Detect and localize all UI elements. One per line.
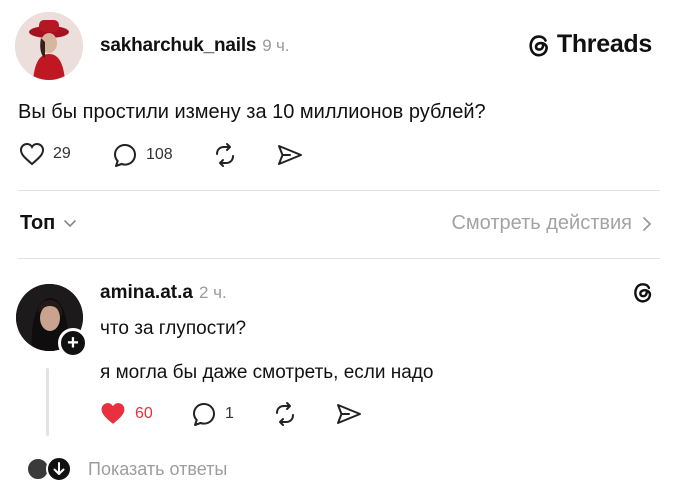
divider <box>18 190 660 191</box>
send-icon <box>278 145 302 165</box>
repost-icon <box>216 143 234 167</box>
post-text: Вы бы простили измену за 10 миллионов ру… <box>18 101 486 123</box>
post-repost-button[interactable] <box>212 142 238 168</box>
avatar <box>46 456 72 482</box>
threads-brand: Threads <box>527 30 652 59</box>
send-icon <box>337 404 361 424</box>
post-author-avatar[interactable] <box>15 12 83 80</box>
divider <box>18 258 660 259</box>
post-share-button[interactable] <box>276 142 304 168</box>
threads-brand-label: Threads <box>556 30 652 58</box>
chevron-right-icon <box>643 216 651 231</box>
post-like-button[interactable]: 29 <box>19 142 71 166</box>
reply-reply-button[interactable]: 1 <box>191 401 234 427</box>
view-activity-label: Смотреть действия <box>451 212 632 234</box>
reply-repost-button[interactable] <box>272 401 298 427</box>
sort-label: Топ <box>20 212 56 234</box>
heart-filled-icon <box>101 403 125 424</box>
thread-connector-line <box>46 368 49 436</box>
reply-like-count: 60 <box>135 404 153 422</box>
chevron-down-icon <box>64 219 77 227</box>
comment-icon <box>114 144 136 167</box>
show-replies-label: Показать ответы <box>88 458 228 479</box>
show-replies-button[interactable]: Показать ответы <box>26 455 227 483</box>
post-author-name[interactable]: sakharchuk_nails 9 ч. <box>100 35 289 57</box>
follow-plus-button[interactable]: + <box>58 328 88 358</box>
reply-author-username[interactable]: amina.at.a <box>100 282 193 303</box>
post-reply-count: 108 <box>146 146 173 163</box>
reply-text-line-1: что за глупости? <box>100 318 247 339</box>
post-like-count: 29 <box>53 145 71 162</box>
heart-icon <box>19 142 45 166</box>
reply-reply-count: 1 <box>225 405 234 422</box>
post-timestamp: 9 ч. <box>262 36 290 55</box>
plus-icon: + <box>67 332 79 354</box>
reply-threads-badge <box>632 280 654 304</box>
reply-avatars-stack <box>26 455 74 483</box>
reply-timestamp: 2 ч. <box>198 283 227 302</box>
arrow-down-icon <box>53 462 65 475</box>
avatar-photo <box>15 12 83 80</box>
reply-like-button[interactable]: 60 <box>99 401 153 426</box>
post-reply-button[interactable]: 108 <box>112 142 173 168</box>
threads-logo-icon <box>634 283 652 303</box>
reply-author-name[interactable]: amina.at.a 2 ч. <box>100 282 227 304</box>
reply-share-button[interactable] <box>335 401 363 427</box>
view-activity-link[interactable]: Смотреть действия <box>451 212 652 235</box>
reply-text-line-2: я могла бы даже смотреть, если надо <box>100 362 434 383</box>
repost-icon <box>276 402 294 426</box>
comment-icon <box>193 403 215 426</box>
sort-dropdown[interactable]: Топ <box>20 212 77 235</box>
threads-logo-icon <box>529 34 548 56</box>
post-author-username[interactable]: sakharchuk_nails <box>100 35 256 56</box>
